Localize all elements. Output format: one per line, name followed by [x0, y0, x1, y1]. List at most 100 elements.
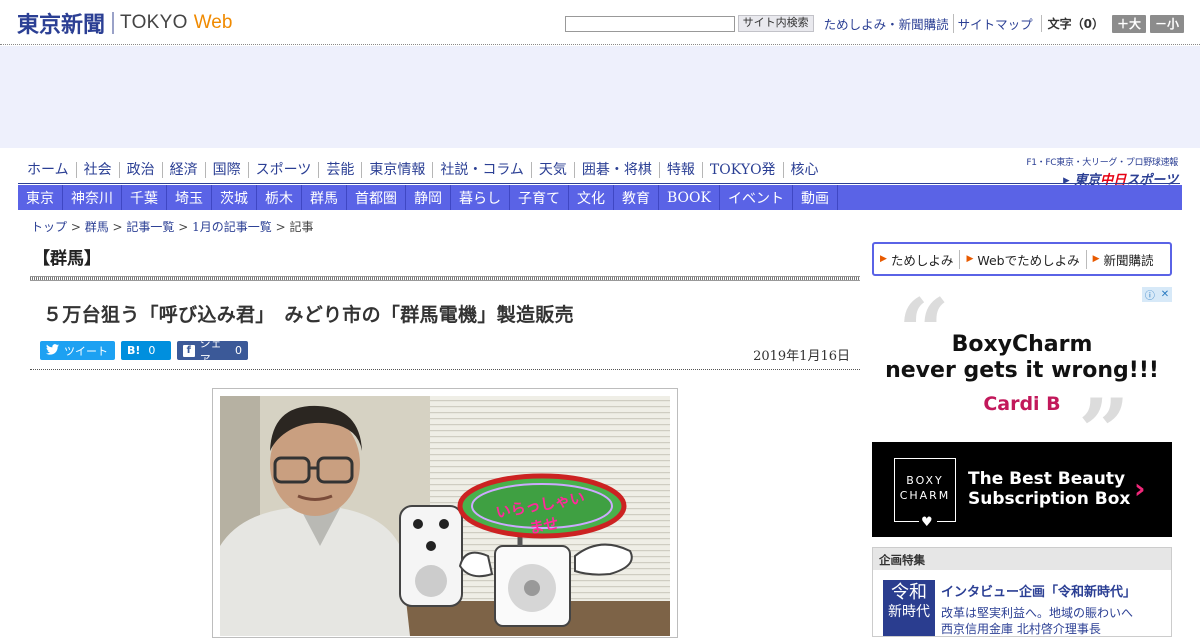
breadcrumb-top[interactable]: トップ [31, 220, 67, 234]
logo-web: Web [193, 12, 233, 33]
nav-tokyo-hatsu[interactable]: TOKYO発 [701, 162, 783, 178]
chevron-right-icon: › [1134, 472, 1146, 505]
promo-link-label: Webでためしよみ [977, 252, 1080, 268]
sitemap-link[interactable]: サイトマップ [952, 14, 1037, 33]
facebook-share-label: シェア [199, 336, 222, 366]
font-smaller-button[interactable]: －小 [1149, 14, 1184, 33]
site-search-input[interactable] [564, 15, 735, 32]
section-title: 【群馬】 [33, 249, 101, 269]
ad-signature: Cardi B [983, 393, 1061, 415]
subnav-gunma[interactable]: 群馬 [302, 185, 347, 210]
chunichi-tagline: F1・FC東京・大リーグ・プロ野球速報 [1026, 158, 1178, 168]
nav-weather[interactable]: 天気 [530, 162, 574, 178]
ad-choices-button[interactable]: ⓘ ✕ [1142, 287, 1172, 302]
ad-cta-line-1: The Best Beauty [968, 469, 1126, 489]
article-photo-illustration [220, 396, 670, 636]
nav-special-report[interactable]: 特報 [658, 162, 702, 178]
subscription-links: ▶ ためしよみ ▶ Webでためしよみ ▶ 新聞購読 [872, 242, 1172, 276]
heart-icon: ♥ [919, 515, 937, 530]
nav-home[interactable]: ホーム [18, 162, 76, 178]
subnav-education[interactable]: 教育 [614, 185, 659, 210]
hatena-bookmark-button[interactable]: B! 0 [121, 341, 171, 360]
tweet-label: ツイート [64, 344, 108, 358]
nav-core[interactable]: 核心 [782, 162, 826, 178]
breadcrumb-article-list[interactable]: 記事一覧 [126, 220, 174, 234]
facebook-share-button[interactable]: f シェア 0 [177, 337, 248, 366]
promo-link-subscribe[interactable]: ▶ 新聞購読 [1085, 249, 1160, 269]
subnav-tokyo[interactable]: 東京 [18, 185, 63, 210]
feature-heading: 企画特集 [873, 548, 1171, 570]
breadcrumb-sep: > [271, 220, 290, 234]
article-photo[interactable]: いらっしゃいませ [220, 396, 670, 636]
article-headline: ５万台狙う「呼び込み君」 みどり市の「群馬電機」製造販売 [43, 304, 574, 326]
header-tools: サイト内検索 ためしよみ・新聞購読 サイトマップ 文字（0） ＋大 －小 [564, 14, 1184, 33]
top-ad-banner [0, 46, 1200, 148]
facebook-f-icon: f [183, 344, 195, 357]
breadcrumb-sep: > [108, 220, 127, 234]
ad-headline-1: BoxyCharm [951, 332, 1093, 357]
ad-cta-line-2: Subscription Box [968, 489, 1131, 509]
subnav-video[interactable]: 動画 [793, 185, 838, 210]
nav-go-shogi[interactable]: 囲碁・将棋 [573, 162, 659, 178]
feature-title-link[interactable]: インタビュー企画「令和新時代」 [941, 581, 1136, 600]
breadcrumb-sep: > [67, 220, 85, 234]
breadcrumb-month-list[interactable]: 1月の記事一覧 [192, 220, 272, 234]
nav-politics[interactable]: 政治 [118, 162, 162, 178]
feature-description: 改革は堅実利益へ。地域の賑わいへ 西京信用金庫 北村啓介理事長 [941, 605, 1166, 637]
site-logo[interactable]: 東京新聞 TOKYO Web [17, 9, 233, 38]
breadcrumb-sep: > [174, 220, 193, 234]
breadcrumb-current: 記事 [289, 220, 314, 234]
font-size-label: 文字（0） [1040, 15, 1104, 32]
site-search-button[interactable]: サイト内検索 [737, 15, 814, 32]
article-date: 2019年1月16日 [753, 349, 850, 364]
subnav-living[interactable]: 暮らし [451, 185, 510, 210]
promo-link-trial[interactable]: ▶ ためしよみ [880, 250, 959, 269]
subnav-culture[interactable]: 文化 [569, 185, 614, 210]
subnav-shizuoka[interactable]: 静岡 [406, 185, 451, 210]
subnav-chiba[interactable]: 千葉 [122, 185, 167, 210]
ad-cta-panel[interactable]: BOXY CHARM ♥ The Best Beauty Subscriptio… [872, 442, 1172, 537]
nav-economy[interactable]: 経済 [161, 162, 205, 178]
article-divider [30, 369, 860, 370]
subnav-ibaraki[interactable]: 茨城 [212, 185, 257, 210]
promo-link-label: ためしよみ [890, 252, 954, 268]
boxycharm-logo: BOXY CHARM ♥ [894, 458, 956, 530]
nav-international[interactable]: 国際 [204, 162, 248, 178]
orange-triangle-icon: ▶ [880, 254, 887, 264]
section-divider [30, 276, 860, 281]
article-photo-frame: いらっしゃいませ [212, 388, 678, 638]
breadcrumb-gunma[interactable]: 群馬 [85, 220, 109, 234]
logo-jp: 東京新聞 [17, 12, 106, 38]
subnav-parenting[interactable]: 子育て [510, 185, 569, 210]
trial-subscribe-link[interactable]: ためしよみ・新聞購読 [820, 14, 953, 33]
promo-link-web-trial[interactable]: ▶ Webでためしよみ [959, 249, 1085, 269]
subnav-book[interactable]: BOOK [659, 185, 720, 210]
hatena-count: 0 [148, 344, 156, 357]
nav-entertainment[interactable]: 芸能 [318, 162, 361, 178]
nav-divider [18, 183, 1180, 184]
feature-thumbnail[interactable]: 令和 新時代 [883, 580, 935, 636]
ad-headline-2: never gets it wrong!!! [885, 358, 1159, 383]
logo-en: TOKYO [120, 12, 188, 33]
subnav-kanagawa[interactable]: 神奈川 [63, 185, 122, 210]
nav-sports[interactable]: スポーツ [247, 162, 319, 178]
sidebar-ad[interactable]: ⓘ ✕ “ ” BoxyCharm never gets it wrong!!! … [872, 287, 1172, 537]
close-icon: ✕ [1160, 289, 1170, 300]
nav-society[interactable]: 社会 [75, 162, 119, 178]
tweet-button[interactable]: ツイート [40, 341, 115, 360]
font-larger-button[interactable]: ＋大 [1111, 14, 1146, 33]
subnav-shutoken[interactable]: 首都圏 [347, 185, 406, 210]
feature-thumb-line1: 令和 [891, 582, 927, 603]
subnav-events[interactable]: イベント [720, 185, 793, 210]
nav-editorial[interactable]: 社説・コラム [432, 162, 531, 178]
facebook-share-count: 0 [235, 344, 242, 357]
promo-link-label: 新聞購読 [1103, 252, 1154, 268]
main-nav: ホーム 社会 政治 経済 国際 スポーツ 芸能 東京情報 社説・コラム 天気 囲… [18, 158, 826, 182]
info-icon: ⓘ [1144, 291, 1155, 302]
feature-box: 企画特集 令和 新時代 インタビュー企画「令和新時代」 改革は堅実利益へ。地域の… [872, 547, 1172, 637]
nav-tokyo-info[interactable]: 東京情報 [361, 162, 432, 178]
logo-divider [112, 12, 115, 34]
subnav-saitama[interactable]: 埼玉 [167, 185, 212, 210]
subnav-tochigi[interactable]: 栃木 [257, 185, 302, 210]
feature-desc-line2: 西京信用金庫 北村啓介理事長 [941, 622, 1101, 636]
